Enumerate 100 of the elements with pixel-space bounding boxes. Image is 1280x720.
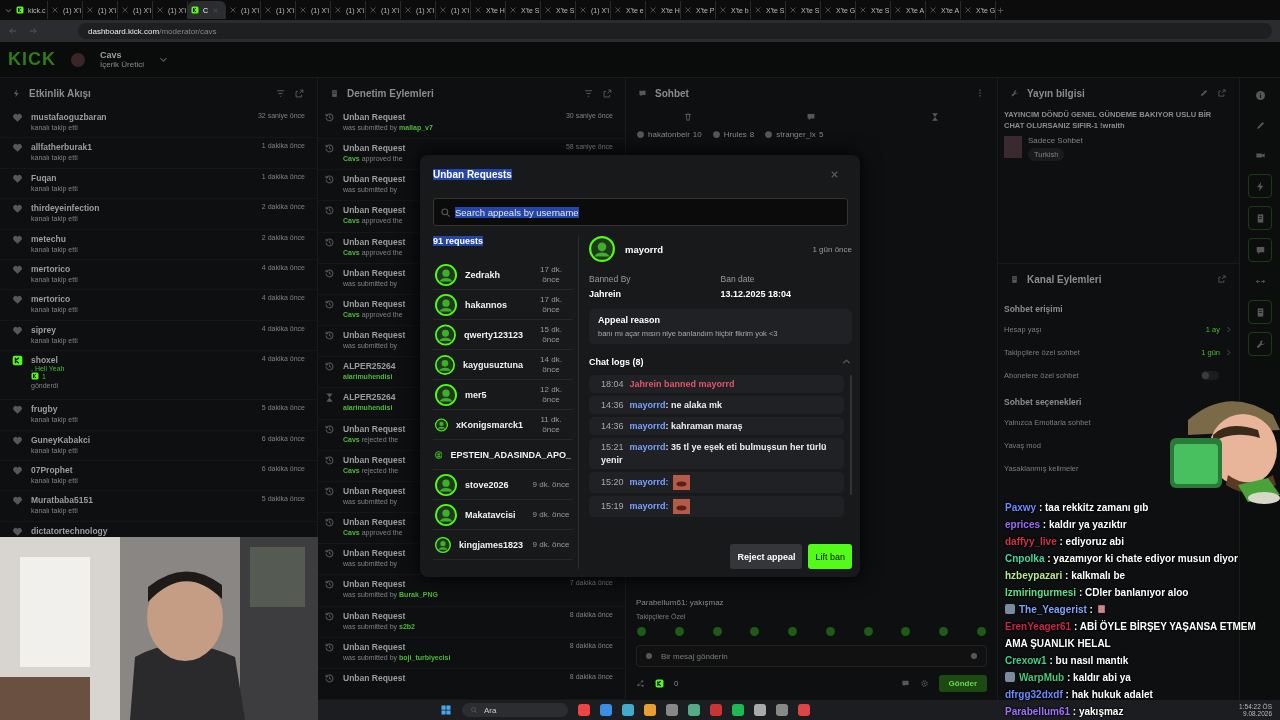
chat-message: Izmiringurmesi : CDler banlanıyor aloo [1005, 587, 1189, 598]
history-icon [324, 112, 335, 123]
request-item[interactable]: EPSTEIN_ADASINDA_APO_ [433, 440, 573, 470]
popout-icon[interactable] [1217, 88, 1227, 98]
request-item[interactable]: Zedrakh 17 dk. önce [433, 260, 573, 290]
action-title: Unban Request [343, 143, 406, 154]
toggle-switch[interactable] [1201, 371, 1219, 380]
taskbar-app-icon[interactable] [798, 704, 810, 716]
chat-icon[interactable] [900, 679, 910, 688]
panel-title: Yayın bilgisi [1027, 87, 1086, 99]
taskbar-app-icon[interactable] [644, 704, 656, 716]
x-logo-icon [51, 6, 59, 14]
panel-title: Etkinlik Akışı [29, 87, 92, 99]
reject-button[interactable]: Reject appeal [730, 544, 803, 569]
emote-icon[interactable] [636, 626, 647, 637]
emote-icon[interactable] [900, 626, 912, 637]
chat-message: The_Yeagerist : [1019, 604, 1093, 615]
lift-ban-button[interactable]: Lift ban [808, 544, 852, 569]
taskbar-search[interactable]: Ara [462, 703, 568, 717]
chat-button[interactable] [1248, 238, 1272, 262]
username: siprey [31, 324, 57, 335]
taskbar-app-icon[interactable] [622, 704, 634, 716]
address-bar[interactable]: dashboard.kick.com/moderator/cavs [78, 23, 1272, 39]
forward-icon[interactable] [28, 26, 38, 36]
chatter-count: 10 [692, 130, 702, 139]
dialog-title: Unban Requests [433, 169, 512, 180]
taskbar-app-icon[interactable] [688, 704, 700, 716]
action-title: Unban Request [343, 485, 406, 496]
x-logo-icon [859, 6, 867, 14]
action-title: Unban Request [343, 174, 406, 185]
document-button[interactable] [1248, 206, 1272, 230]
emote-icon[interactable] [787, 626, 799, 637]
section-title: Chat logs (8) [589, 356, 644, 367]
request-item[interactable]: Makatavcisi 9 dk. önce [433, 500, 573, 530]
taskbar-app-icon[interactable] [732, 704, 744, 716]
chat-icon[interactable] [806, 112, 817, 122]
emote-icon[interactable] [673, 626, 685, 637]
chatter-name: hakatonbeir [648, 130, 690, 139]
emote-icon[interactable] [711, 626, 723, 637]
x-logo-icon [754, 6, 762, 14]
start-icon[interactable] [440, 704, 452, 716]
filter-icon[interactable] [583, 87, 594, 99]
trash-icon[interactable] [682, 112, 693, 122]
request-item[interactable]: qwerty123123 15 dk. önce [433, 320, 573, 350]
x-logo-icon [614, 6, 622, 14]
emote-icon[interactable] [749, 626, 761, 637]
request-item[interactable]: kingjames1823 9 dk. önce [433, 530, 573, 560]
action-title: Unban Request [343, 423, 406, 434]
action-title: Unban Request [343, 517, 406, 528]
panel-button[interactable] [1248, 300, 1272, 324]
taskbar-app-icon[interactable] [666, 704, 678, 716]
request-item[interactable]: xKonigsmarck1 11 dk. önce [433, 410, 573, 440]
history-icon [324, 143, 335, 155]
chat-icon [638, 88, 647, 98]
message-field[interactable]: Bir mesaj gönderin [636, 645, 987, 667]
request-item[interactable]: kaygusuztuna 14 dk. önce [433, 350, 573, 380]
user-avatar [435, 293, 457, 316]
popout-icon[interactable] [1217, 274, 1227, 284]
request-age: 1 gün önce [812, 244, 852, 254]
emote-icon[interactable] [824, 626, 836, 637]
emote-icon[interactable] [862, 626, 874, 637]
emote-icon[interactable] [938, 626, 950, 637]
history-icon [324, 298, 335, 310]
chat-input[interactable]: Bir mesaj gönderin [661, 648, 962, 664]
heart-icon [12, 294, 23, 306]
wrench-button[interactable] [1248, 332, 1272, 356]
heart-icon [12, 434, 23, 446]
popout-icon[interactable] [602, 87, 613, 99]
x-logo-icon [229, 6, 237, 14]
request-item[interactable]: hakannos 17 dk. önce [433, 290, 573, 320]
hourglass-icon[interactable] [930, 112, 941, 122]
taskbar-app-icon[interactable] [578, 704, 590, 716]
taskbar-app-icon[interactable] [710, 704, 722, 716]
taskbar-app-icon[interactable] [776, 704, 788, 716]
back-icon[interactable] [8, 26, 18, 36]
close-button[interactable] [829, 169, 840, 180]
user-avatar [435, 323, 456, 346]
field-value: Jahrein [589, 289, 622, 299]
new-tab-icon[interactable] [996, 5, 1005, 15]
send-button[interactable]: Gönder [938, 675, 987, 692]
settings-icon[interactable] [919, 679, 929, 688]
emote-icon[interactable] [975, 626, 987, 637]
request-item[interactable]: stove2026 9 dk. önce [433, 470, 573, 500]
chevron-right-icon [1224, 325, 1233, 334]
x-logo-icon [369, 6, 377, 14]
close-icon [212, 6, 220, 14]
popout-icon[interactable] [294, 87, 305, 99]
search-field[interactable]: Search appeals by username [433, 198, 848, 226]
taskbar-app-icon[interactable] [754, 704, 766, 716]
pencil-icon[interactable] [1199, 88, 1209, 98]
bolt-button[interactable] [1248, 174, 1272, 198]
x-logo-icon [86, 6, 94, 14]
request-item[interactable]: mer5 12 dk. önce [433, 380, 573, 410]
filter-icon[interactable] [275, 87, 286, 99]
kick-logo-icon [12, 355, 23, 367]
emote-icon [672, 474, 690, 490]
chevron-right-icon [1224, 348, 1233, 357]
wrench-icon [1254, 338, 1266, 350]
taskbar-app-icon[interactable] [600, 704, 612, 716]
channel-avatar [70, 51, 86, 68]
